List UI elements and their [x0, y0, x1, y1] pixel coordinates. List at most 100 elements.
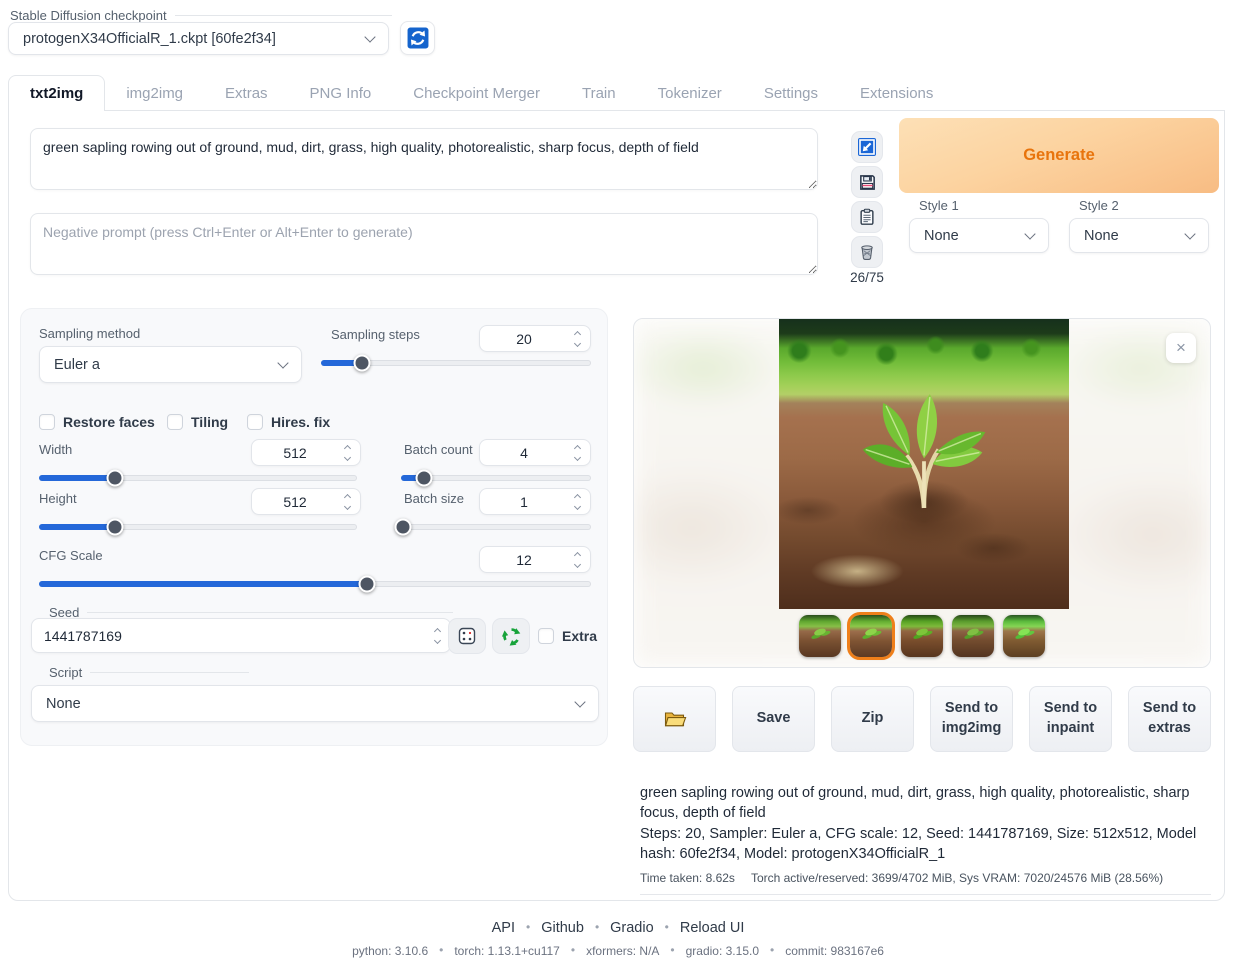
close-gallery-button[interactable]: ×: [1166, 333, 1196, 363]
thumbnail-2-selected[interactable]: [850, 615, 892, 657]
tab-checkpoint-merger[interactable]: Checkpoint Merger: [392, 75, 561, 111]
tiling-checkbox[interactable]: [167, 414, 183, 430]
generated-image[interactable]: [779, 319, 1069, 609]
sampling-steps-value: 20: [480, 331, 568, 347]
sampling-steps-slider[interactable]: [321, 355, 591, 371]
send-to-inpaint-button[interactable]: Send to inpaint: [1029, 686, 1112, 752]
tab-tokenizer[interactable]: Tokenizer: [637, 75, 743, 111]
separator-dot: •: [595, 920, 599, 934]
thumbnail-4[interactable]: [952, 615, 994, 657]
separator-dot: •: [571, 943, 575, 957]
restore-faces-option[interactable]: Restore faces: [39, 414, 155, 430]
thumbnail-3[interactable]: [901, 615, 943, 657]
tab-extensions[interactable]: Extensions: [839, 75, 954, 111]
sampling-method-dropdown[interactable]: Euler a: [39, 346, 302, 383]
tab-img2img[interactable]: img2img: [105, 75, 204, 111]
torch-version: torch: 1.13.1+cu117: [454, 944, 560, 958]
chevron-down-icon: [574, 696, 585, 707]
tab-png-info[interactable]: PNG Info: [289, 75, 393, 111]
zip-button[interactable]: Zip: [831, 686, 914, 752]
tiling-option[interactable]: Tiling: [167, 414, 228, 430]
apply-style-button[interactable]: [851, 201, 883, 233]
seed-value: 1441787169: [32, 628, 428, 644]
tab-label: PNG Info: [310, 85, 372, 102]
floppy-disk-icon: [858, 173, 877, 192]
chevron-down-icon: [1184, 228, 1195, 239]
dice-icon: [457, 626, 477, 646]
info-prompt: green sapling rowing out of ground, mud,…: [640, 783, 1206, 824]
read-params-button[interactable]: [851, 131, 883, 163]
stepper[interactable]: [428, 629, 446, 643]
slider-handle[interactable]: [107, 470, 124, 487]
refresh-checkpoint-button[interactable]: [400, 21, 435, 55]
thumbnail-1[interactable]: [799, 615, 841, 657]
hires-fix-checkbox[interactable]: [247, 414, 263, 430]
python-version: python: 3.10.6: [352, 944, 428, 958]
batch-size-slider[interactable]: [401, 519, 591, 535]
tab-txt2img[interactable]: txt2img: [8, 75, 105, 111]
sampling-method-value: Euler a: [54, 357, 100, 373]
send-to-img2img-button[interactable]: Send to img2img: [930, 686, 1013, 752]
send-to-extras-button[interactable]: Send to extras: [1128, 686, 1211, 752]
batch-count-input[interactable]: 4: [479, 439, 591, 466]
width-input[interactable]: 512: [251, 439, 361, 466]
open-folder-button[interactable]: [633, 686, 716, 752]
tab-label: img2img: [126, 85, 183, 102]
tab-extras[interactable]: Extras: [204, 75, 289, 111]
github-link[interactable]: Github: [541, 920, 584, 936]
height-input[interactable]: 512: [251, 488, 361, 515]
batch-size-input[interactable]: 1: [479, 488, 591, 515]
style2-dropdown[interactable]: None: [1069, 218, 1209, 253]
slider-handle[interactable]: [415, 470, 432, 487]
restore-faces-checkbox[interactable]: [39, 414, 55, 430]
reuse-seed-button[interactable]: [492, 618, 530, 654]
stepper[interactable]: [338, 446, 356, 460]
cfg-scale-input[interactable]: 12: [479, 546, 591, 573]
seed-input[interactable]: 1441787169: [31, 618, 451, 653]
tab-settings[interactable]: Settings: [743, 75, 839, 111]
slider-handle[interactable]: [107, 519, 124, 536]
height-slider[interactable]: [39, 519, 357, 535]
random-seed-button[interactable]: [448, 618, 486, 654]
reload-ui-link[interactable]: Reload UI: [680, 920, 744, 936]
script-value: None: [46, 696, 81, 712]
tab-label: Settings: [764, 85, 818, 102]
footer-versions: python: 3.10.6•torch: 1.13.1+cu117•xform…: [0, 943, 1236, 958]
style1-dropdown[interactable]: None: [909, 218, 1049, 253]
slider-handle[interactable]: [359, 576, 376, 593]
extra-seed-checkbox[interactable]: [538, 628, 554, 644]
stepper[interactable]: [338, 495, 356, 509]
negative-prompt-input[interactable]: [30, 213, 818, 275]
width-slider[interactable]: [39, 470, 357, 486]
checkpoint-dropdown[interactable]: protogenX34OfficialR_1.ckpt [60fe2f34]: [8, 22, 389, 55]
generate-button[interactable]: Generate: [899, 118, 1219, 193]
gradio-link[interactable]: Gradio: [610, 920, 654, 936]
stepper[interactable]: [568, 332, 586, 346]
zip-label: Zip: [862, 709, 884, 729]
save-button[interactable]: Save: [732, 686, 815, 752]
clear-prompt-button[interactable]: [851, 236, 883, 268]
slider-handle[interactable]: [394, 519, 411, 536]
extra-seed-option[interactable]: Extra: [538, 628, 597, 644]
chevron-down-icon: [277, 357, 288, 368]
stepper[interactable]: [568, 553, 586, 567]
slider-handle[interactable]: [353, 355, 370, 372]
thumbnail-5[interactable]: [1003, 615, 1045, 657]
separator-dot: •: [439, 943, 443, 957]
stepper[interactable]: [568, 495, 586, 509]
save-style-button[interactable]: [851, 166, 883, 198]
sampling-steps-label: Sampling steps: [331, 327, 420, 342]
checkpoint-label: Stable Diffusion checkpoint: [10, 8, 392, 23]
batch-count-slider[interactable]: [401, 470, 591, 486]
separator-dot: •: [770, 943, 774, 957]
recycle-icon: [501, 626, 522, 647]
cfg-scale-slider[interactable]: [39, 576, 591, 592]
prompt-input[interactable]: green sapling rowing out of ground, mud,…: [30, 128, 818, 190]
sampling-steps-input[interactable]: 20: [479, 325, 591, 352]
script-dropdown[interactable]: None: [31, 685, 599, 722]
tab-label: Tokenizer: [658, 85, 722, 102]
stepper[interactable]: [568, 446, 586, 460]
api-link[interactable]: API: [492, 920, 515, 936]
tab-train[interactable]: Train: [561, 75, 637, 111]
hires-fix-option[interactable]: Hires. fix: [247, 414, 330, 430]
